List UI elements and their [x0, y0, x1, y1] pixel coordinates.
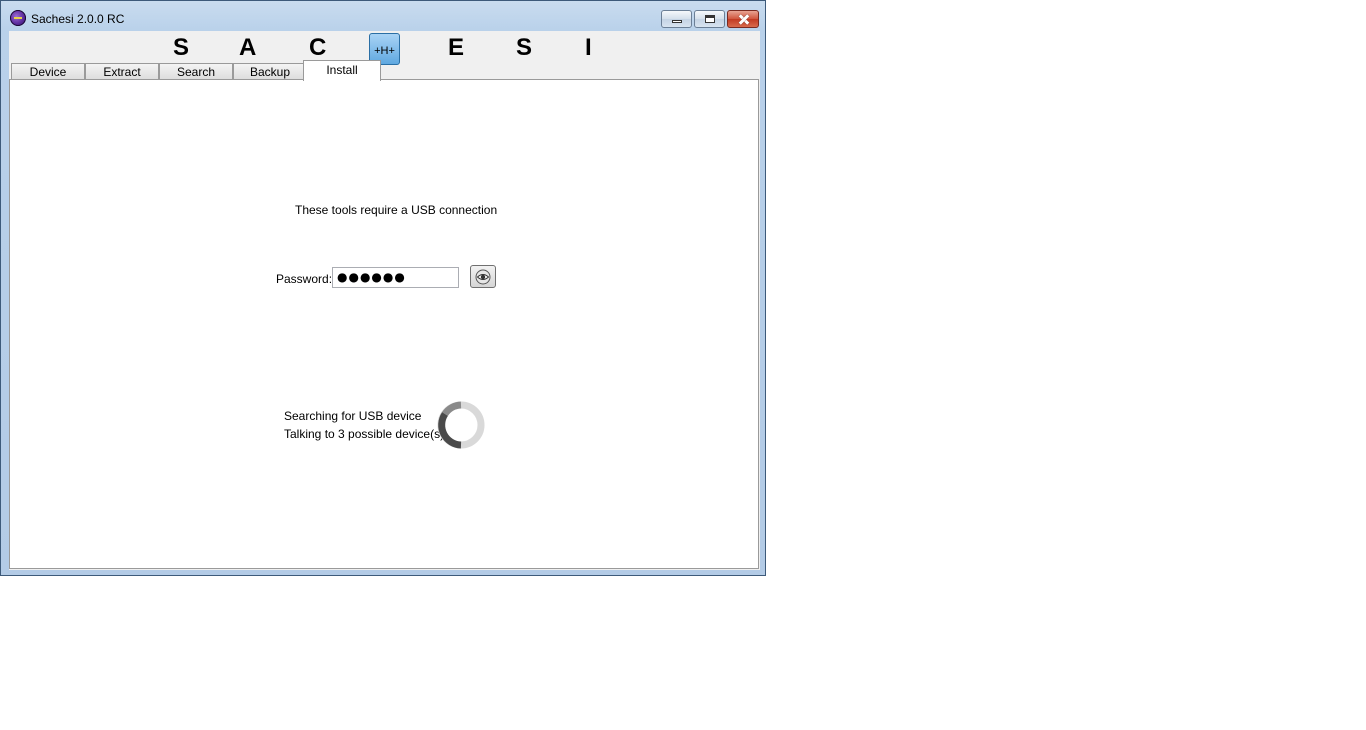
install-panel: These tools require a USB connection Pas…: [9, 79, 759, 569]
password-field[interactable]: ●●●●●●: [332, 267, 459, 288]
minimize-button[interactable]: [661, 10, 692, 28]
tab-backup[interactable]: Backup: [233, 63, 307, 80]
brand-letter: E: [448, 34, 465, 61]
brand-letter: S: [516, 34, 533, 61]
eye-icon: [475, 269, 491, 284]
password-label: Password:: [276, 272, 333, 286]
close-button[interactable]: [727, 10, 759, 28]
brand-letter: I: [585, 34, 592, 61]
tab-install[interactable]: Install: [303, 60, 381, 81]
loading-spinner-icon: [437, 401, 485, 449]
maximize-button[interactable]: [694, 10, 725, 28]
usb-requirement-message: These tools require a USB connection: [295, 203, 498, 217]
show-password-button[interactable]: [470, 265, 496, 288]
tab-device[interactable]: Device: [11, 63, 85, 80]
brand-letter: A: [239, 34, 257, 61]
tab-search[interactable]: Search: [159, 63, 233, 80]
app-icon: [10, 10, 26, 26]
status-searching: Searching for USB device: [284, 409, 422, 423]
title-bar[interactable]: Sachesi 2.0.0 RC: [1, 1, 765, 31]
tab-bar: Device Extract Search Backup Install: [11, 60, 762, 81]
tab-extract[interactable]: Extract: [85, 63, 159, 80]
brand-header: S A C +H+ E S I: [9, 31, 760, 65]
window-title: Sachesi 2.0.0 RC: [31, 12, 125, 26]
client-area: S A C +H+ E S I Device Extract Search Ba…: [9, 31, 760, 570]
brand-letter: C: [309, 34, 327, 61]
brand-letter: S: [173, 34, 190, 61]
app-window: Sachesi 2.0.0 RC S A C +H+ E S I Device …: [0, 0, 766, 576]
status-device-count: Talking to 3 possible device(s).: [284, 427, 448, 441]
